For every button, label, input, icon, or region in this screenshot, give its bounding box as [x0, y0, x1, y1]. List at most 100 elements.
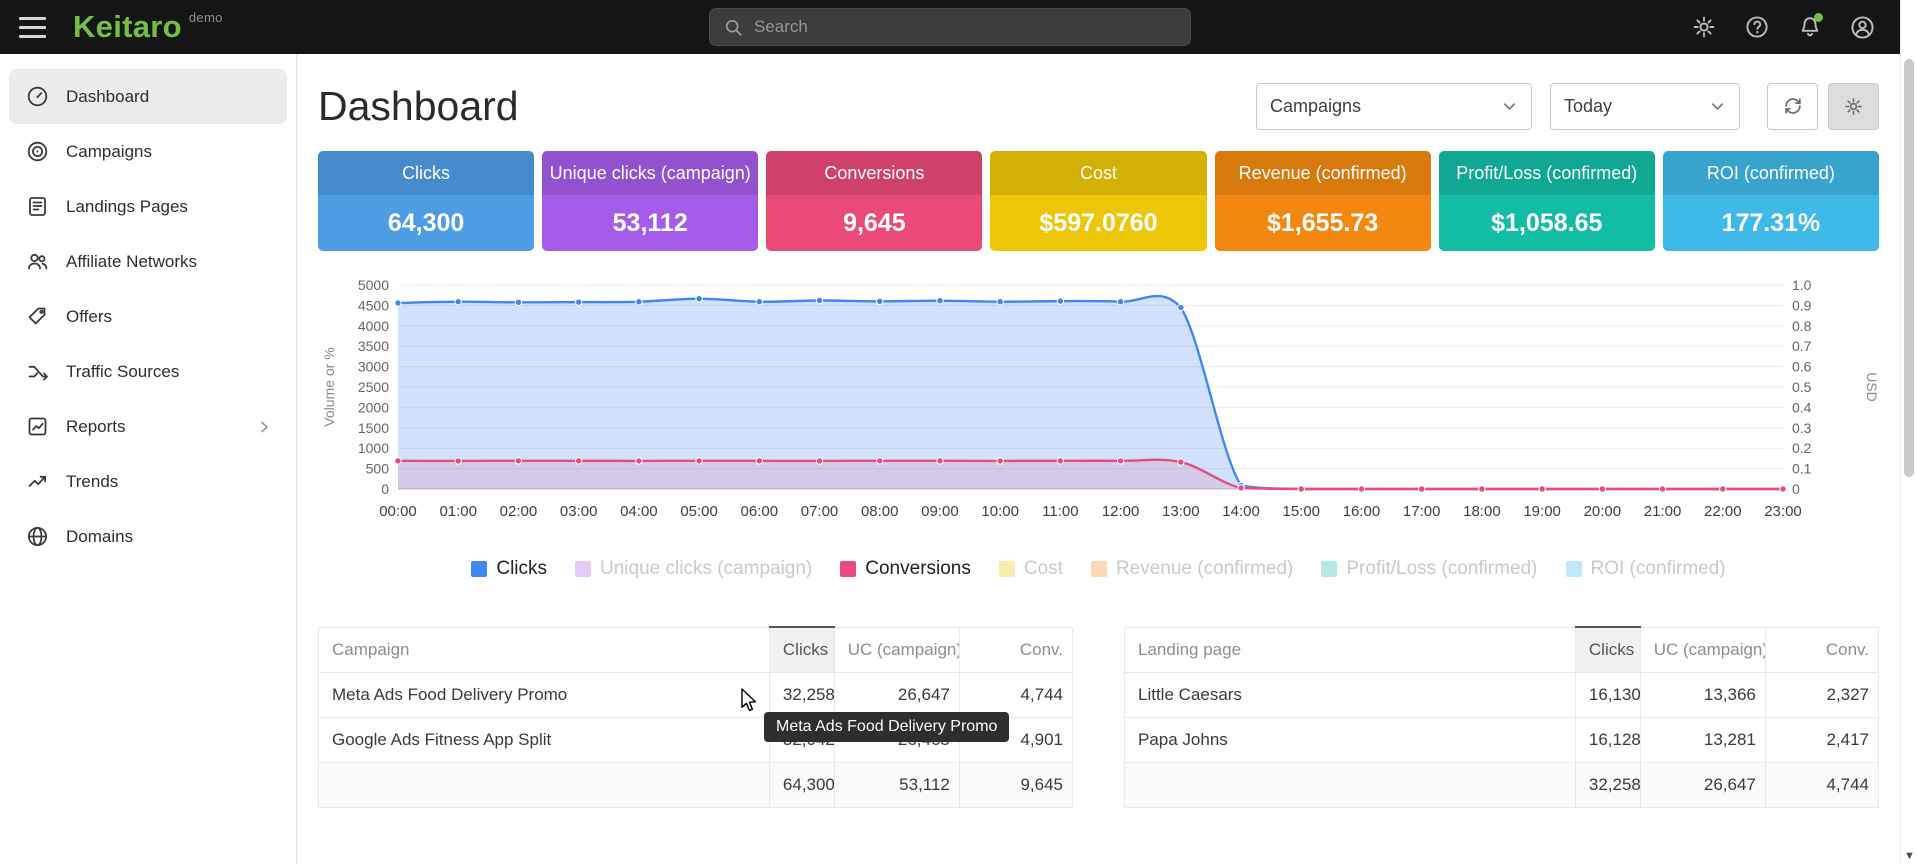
svg-text:0: 0 [1792, 481, 1800, 497]
svg-text:1000: 1000 [358, 440, 389, 456]
metric-value: 177.31% [1663, 195, 1879, 251]
svg-text:Volume or %: Volume or % [321, 347, 337, 426]
total-cell: 4,744 [1765, 762, 1878, 807]
svg-text:0.6: 0.6 [1792, 359, 1812, 375]
sidebar-item-campaigns[interactable]: Campaigns [9, 124, 287, 179]
menu-icon[interactable] [19, 17, 46, 38]
column-header-uc-campaign-[interactable]: UC (campaign) [834, 627, 959, 672]
metric-value: 64,300 [318, 195, 534, 251]
sidebar-item-traffic-sources[interactable]: Traffic Sources [9, 344, 287, 399]
search-input[interactable] [754, 17, 1176, 37]
page-scrollbar[interactable]: ▼ [1900, 0, 1917, 864]
legend-swatch [1091, 561, 1107, 577]
refresh-button[interactable] [1767, 83, 1818, 130]
sidebar-item-offers[interactable]: Offers [9, 289, 287, 344]
svg-text:USD: USD [1864, 372, 1879, 402]
metric-card-cost[interactable]: Cost$597.0760 [990, 151, 1206, 251]
topbar: Keitarodemo [0, 0, 1900, 54]
sidebar-item-dashboard[interactable]: Dashboard [9, 69, 287, 124]
legend-item-revenue-confirmed-[interactable]: Revenue (confirmed) [1091, 558, 1293, 580]
date-range-select[interactable]: Today [1550, 83, 1740, 130]
metric-card-revenue-confirmed-[interactable]: Revenue (confirmed)$1,655.73 [1215, 151, 1431, 251]
legend-item-conversions[interactable]: Conversions [840, 558, 971, 580]
table-header-row: Landing pageClicksUC (campaign)Conv. [1125, 627, 1879, 672]
legend-item-unique-clicks-campaign-[interactable]: Unique clicks (campaign) [575, 558, 812, 580]
value-cell: 13,366 [1640, 672, 1765, 717]
grouping-select[interactable]: Campaigns [1256, 83, 1532, 130]
metric-card-roi-confirmed-[interactable]: ROI (confirmed)177.31% [1663, 151, 1879, 251]
svg-text:2000: 2000 [358, 399, 389, 415]
total-cell: 32,258 [1575, 762, 1640, 807]
legend-swatch [471, 561, 487, 577]
traffic-chart[interactable]: 0500100015002000250030003500400045005000… [318, 277, 1879, 523]
svg-text:4000: 4000 [358, 318, 389, 334]
metric-label: Cost [990, 151, 1206, 195]
svg-text:16:00: 16:00 [1343, 503, 1381, 520]
column-header-clicks[interactable]: Clicks [1575, 627, 1640, 672]
sidebar-item-trends[interactable]: Trends [9, 454, 287, 509]
user-icon[interactable] [1849, 14, 1876, 41]
column-header-landing-page[interactable]: Landing page [1125, 627, 1576, 672]
svg-text:06:00: 06:00 [741, 503, 779, 520]
svg-text:3000: 3000 [358, 359, 389, 375]
page-header: Dashboard Campaigns Today [318, 82, 1879, 130]
svg-text:23:00: 23:00 [1764, 503, 1802, 520]
search-icon [724, 18, 743, 37]
metric-card-conversions[interactable]: Conversions9,645 [766, 151, 982, 251]
help-icon[interactable] [1743, 14, 1770, 41]
sidebar-item-landings-pages[interactable]: Landings Pages [9, 179, 287, 234]
grouping-select-value: Campaigns [1270, 96, 1361, 117]
svg-text:17:00: 17:00 [1403, 503, 1441, 520]
svg-text:20:00: 20:00 [1584, 503, 1622, 520]
document-icon [26, 195, 49, 218]
scroll-down-icon[interactable]: ▼ [1901, 850, 1917, 862]
sidebar-item-domains[interactable]: Domains [9, 509, 287, 564]
column-header-conv-[interactable]: Conv. [1765, 627, 1878, 672]
svg-text:1500: 1500 [358, 420, 389, 436]
value-cell: 26,647 [834, 672, 959, 717]
svg-text:22:00: 22:00 [1704, 503, 1742, 520]
metric-label: Unique clicks (campaign) [542, 151, 758, 195]
metric-card-unique-clicks-campaign-[interactable]: Unique clicks (campaign)53,112 [542, 151, 758, 251]
dashboard-settings-button[interactable] [1828, 83, 1879, 130]
metric-label: Revenue (confirmed) [1215, 151, 1431, 195]
main-content: Dashboard Campaigns Today [297, 54, 1900, 864]
legend-label: Profit/Loss (confirmed) [1346, 558, 1537, 580]
legend-swatch [999, 561, 1015, 577]
scrollbar-thumb[interactable] [1904, 59, 1914, 477]
metric-label: Profit/Loss (confirmed) [1439, 151, 1655, 195]
svg-text:04:00: 04:00 [620, 503, 658, 520]
bell-icon[interactable] [1796, 14, 1823, 41]
table-row[interactable]: Little Caesars16,13013,3662,327 [1125, 672, 1879, 717]
sidebar-item-label: Reports [66, 417, 126, 437]
svg-text:0.5: 0.5 [1792, 379, 1812, 395]
svg-text:0.2: 0.2 [1792, 440, 1812, 456]
svg-text:12:00: 12:00 [1102, 503, 1140, 520]
sidebar-item-affiliate-networks[interactable]: Affiliate Networks [9, 234, 287, 289]
metric-card-profit-loss-confirmed-[interactable]: Profit/Loss (confirmed)$1,058.65 [1439, 151, 1655, 251]
column-header-campaign[interactable]: Campaign [319, 627, 770, 672]
table-row[interactable]: Papa Johns16,12813,2812,417 [1125, 717, 1879, 762]
column-header-uc-campaign-[interactable]: UC (campaign) [1640, 627, 1765, 672]
column-header-conv-[interactable]: Conv. [959, 627, 1072, 672]
total-cell: 26,647 [1640, 762, 1765, 807]
legend-item-roi-confirmed-[interactable]: ROI (confirmed) [1566, 558, 1726, 580]
svg-text:0.3: 0.3 [1792, 420, 1812, 436]
total-cell: 53,112 [834, 762, 959, 807]
svg-text:2500: 2500 [358, 379, 389, 395]
svg-text:01:00: 01:00 [439, 503, 477, 520]
legend-label: Cost [1024, 558, 1063, 580]
legend-item-clicks[interactable]: Clicks [471, 558, 547, 580]
search-bar[interactable] [709, 8, 1191, 46]
legend-item-profit-loss-confirmed-[interactable]: Profit/Loss (confirmed) [1321, 558, 1537, 580]
column-header-clicks[interactable]: Clicks [769, 627, 834, 672]
gear-icon[interactable] [1690, 14, 1717, 41]
value-cell: 2,327 [1765, 672, 1878, 717]
app-logo[interactable]: Keitarodemo [73, 9, 223, 45]
table-row[interactable]: Meta Ads Food Delivery Promo32,25826,647… [319, 672, 1073, 717]
metric-value: $1,655.73 [1215, 195, 1431, 251]
sidebar-item-reports[interactable]: Reports [9, 399, 287, 454]
metric-card-clicks[interactable]: Clicks64,300 [318, 151, 534, 251]
legend-item-cost[interactable]: Cost [999, 558, 1063, 580]
totals-row: 64,30053,1129,645 [319, 762, 1073, 807]
